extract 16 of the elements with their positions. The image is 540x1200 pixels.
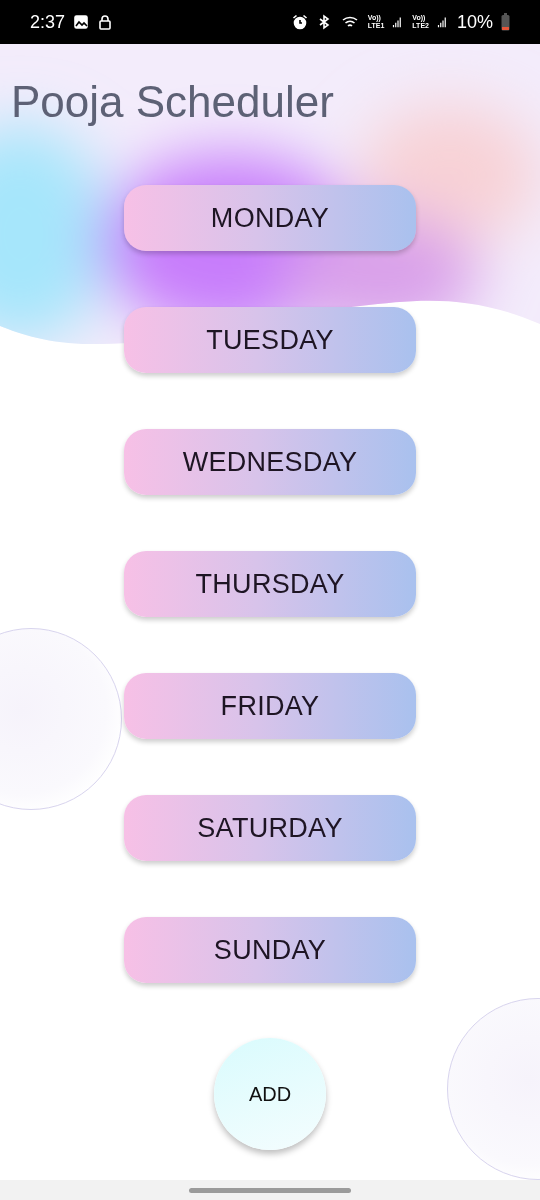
image-icon bbox=[73, 14, 90, 30]
day-button[interactable]: FRIDAY bbox=[124, 673, 416, 739]
app-title: Pooja Scheduler bbox=[11, 76, 334, 128]
day-button[interactable]: TUESDAY bbox=[124, 307, 416, 373]
day-button[interactable]: WEDNESDAY bbox=[124, 429, 416, 495]
battery-level: 10% bbox=[456, 11, 493, 33]
day-button[interactable]: SATURDAY bbox=[124, 795, 416, 861]
day-button[interactable]: THURSDAY bbox=[124, 551, 416, 617]
home-handle[interactable] bbox=[189, 1187, 351, 1193]
add-button[interactable]: ADD bbox=[214, 1038, 326, 1150]
lock-icon bbox=[97, 14, 114, 30]
battery-icon bbox=[501, 13, 510, 31]
status-time: 2:37 bbox=[30, 11, 66, 33]
day-button[interactable]: MONDAY bbox=[124, 185, 416, 251]
day-button[interactable]: SUNDAY bbox=[124, 917, 416, 983]
alarm-icon bbox=[291, 14, 308, 30]
